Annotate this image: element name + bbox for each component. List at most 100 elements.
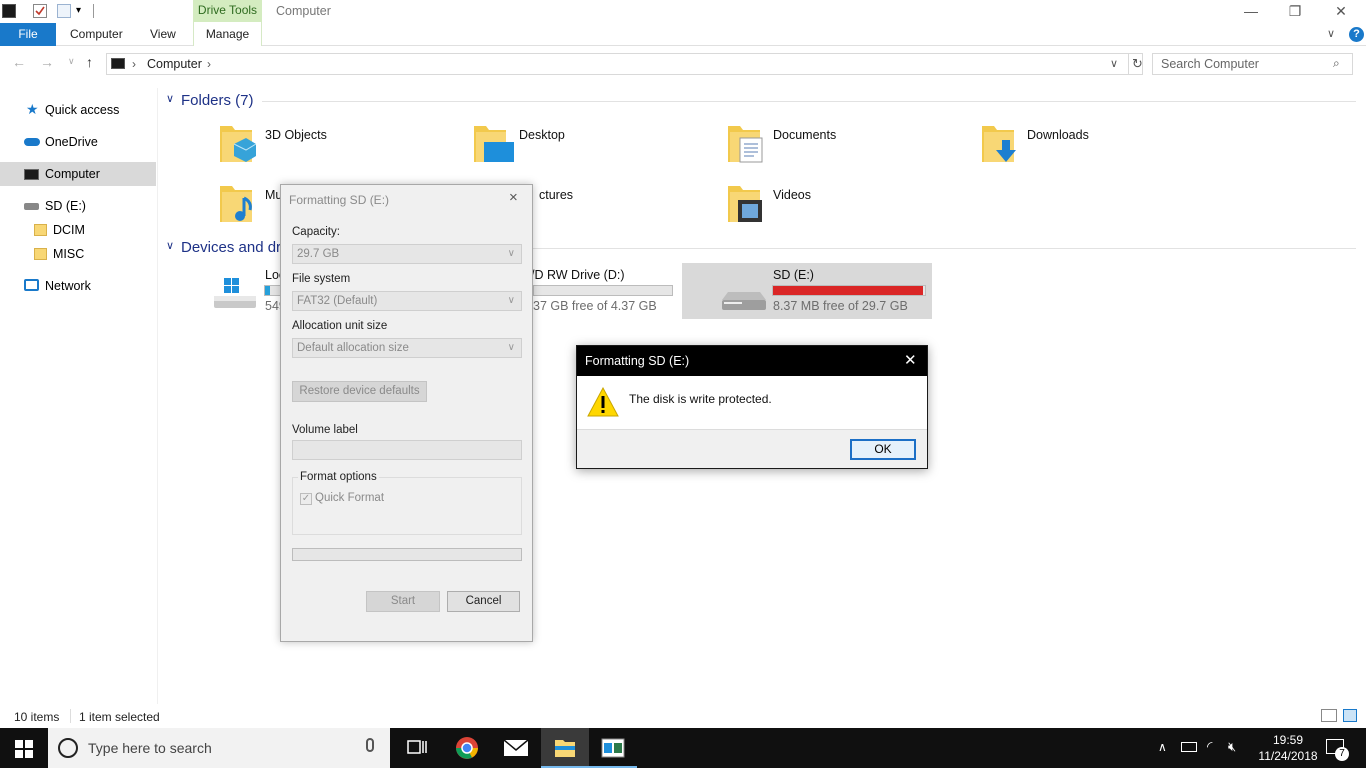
clock-time[interactable]: 19:59 bbox=[1266, 733, 1310, 747]
help-icon[interactable]: ? bbox=[1349, 27, 1364, 42]
folder-label[interactable]: Desktop bbox=[519, 128, 565, 142]
cortana-icon bbox=[58, 738, 78, 758]
computer-icon bbox=[2, 4, 16, 18]
breadcrumb-separator[interactable]: › bbox=[207, 57, 211, 71]
quick-format-checkbox[interactable]: ✓ bbox=[300, 493, 312, 505]
quick-format-label: Quick Format bbox=[315, 492, 385, 504]
filesystem-select[interactable]: FAT32 (Default) ∨ bbox=[292, 291, 522, 311]
up-arrow-icon[interactable]: ↑ bbox=[86, 54, 93, 70]
minimize-button[interactable]: — bbox=[1228, 0, 1274, 23]
disk-management-icon[interactable] bbox=[589, 728, 637, 768]
ok-button[interactable]: OK bbox=[850, 439, 916, 460]
search-icon[interactable]: ⌕ bbox=[1333, 56, 1340, 71]
folder-label[interactable]: 3D Objects bbox=[265, 128, 327, 142]
mail-icon[interactable] bbox=[492, 728, 540, 768]
windows-start-icon[interactable] bbox=[15, 740, 33, 758]
message-box-title: Formatting SD (E:) bbox=[577, 346, 927, 376]
message-box-close-icon[interactable]: ✕ bbox=[904, 351, 917, 369]
sidebar-item-dcim[interactable]: DCIM bbox=[0, 218, 156, 242]
tab-view[interactable]: View bbox=[150, 23, 176, 46]
address-bar[interactable]: › Computer › ∨ ↻ bbox=[106, 53, 1143, 75]
maximize-button[interactable]: ❐ bbox=[1272, 0, 1318, 23]
clock-date[interactable]: 11/24/2018 bbox=[1250, 749, 1326, 763]
new-folder-icon[interactable] bbox=[57, 4, 71, 18]
sd-drive-icon[interactable] bbox=[720, 288, 766, 312]
window-title: Computer bbox=[276, 4, 331, 18]
ribbon-collapse-icon[interactable]: ∨ bbox=[1327, 27, 1335, 40]
file-explorer-icon[interactable] bbox=[541, 728, 589, 768]
downloads-folder-icon[interactable] bbox=[980, 122, 1020, 164]
forward-arrow-icon[interactable]: → bbox=[40, 54, 54, 70]
documents-folder-icon[interactable] bbox=[726, 122, 766, 164]
properties-icon[interactable] bbox=[33, 4, 47, 18]
message-box-footer: OK bbox=[577, 429, 927, 468]
item-count: 10 items bbox=[14, 710, 60, 724]
details-view-icon[interactable] bbox=[1321, 709, 1337, 722]
refresh-icon[interactable]: ↻ bbox=[1132, 56, 1143, 72]
recent-locations-icon[interactable]: ∨ bbox=[68, 56, 75, 67]
folder-label[interactable]: Downloads bbox=[1027, 128, 1089, 142]
format-options-group bbox=[292, 477, 522, 535]
selection-count: 1 item selected bbox=[79, 710, 160, 724]
sidebar-item-computer[interactable]: Computer bbox=[0, 162, 156, 186]
collapse-devices-icon[interactable]: ∨ bbox=[166, 239, 174, 252]
star-icon: ★ bbox=[26, 101, 39, 117]
ribbon-tabs: File Computer View Manage ∨ ? bbox=[0, 22, 1366, 46]
close-button[interactable]: ✕ bbox=[1318, 0, 1364, 23]
folder-label[interactable]: Videos bbox=[773, 188, 811, 202]
taskbar-search-box[interactable]: Type here to search bbox=[48, 728, 390, 768]
cancel-button[interactable]: Cancel bbox=[447, 591, 520, 612]
tab-computer[interactable]: Computer bbox=[70, 23, 123, 46]
folder-icon bbox=[34, 248, 47, 260]
chrome-icon[interactable] bbox=[443, 728, 491, 768]
volume-label-input[interactable] bbox=[292, 440, 522, 460]
computer-icon bbox=[24, 169, 39, 180]
desktop-folder-icon[interactable] bbox=[472, 122, 514, 164]
breadcrumb-separator[interactable]: › bbox=[132, 57, 136, 71]
large-icons-view-icon[interactable] bbox=[1343, 709, 1357, 722]
folder-label[interactable]: ctures bbox=[539, 188, 573, 202]
drive-free-text: 37 GB free of 4.37 GB bbox=[533, 299, 657, 313]
volume-muted-icon[interactable]: 🔇︎ bbox=[1228, 739, 1236, 755]
sidebar-item-misc[interactable]: MISC bbox=[0, 242, 156, 266]
cloud-icon bbox=[24, 138, 40, 146]
show-hidden-icons-icon[interactable]: ∧ bbox=[1158, 740, 1167, 754]
videos-folder-icon[interactable] bbox=[726, 182, 766, 224]
folders-group-header[interactable]: Folders (7) bbox=[181, 92, 254, 109]
dialog-close-icon[interactable]: × bbox=[509, 189, 518, 206]
drive-label[interactable]: /D RW Drive (D:) bbox=[531, 268, 625, 282]
allocation-select[interactable]: Default allocation size ∨ bbox=[292, 338, 522, 358]
music-folder-icon[interactable] bbox=[218, 182, 258, 224]
start-button[interactable]: Start bbox=[366, 591, 440, 612]
task-view-icon[interactable] bbox=[392, 728, 440, 768]
collapse-folders-icon[interactable]: ∨ bbox=[166, 92, 174, 105]
wifi-icon[interactable]: ◜ bbox=[1207, 738, 1212, 755]
3d-objects-folder-icon[interactable] bbox=[218, 122, 258, 164]
breadcrumb-computer[interactable]: Computer bbox=[147, 57, 202, 71]
battery-icon[interactable] bbox=[1181, 742, 1197, 752]
sidebar-item-onedrive[interactable]: OneDrive bbox=[0, 130, 156, 154]
allocation-value: Default allocation size bbox=[297, 342, 409, 354]
windows-drive-icon[interactable] bbox=[212, 278, 258, 310]
sidebar-item-sd-drive[interactable]: SD (E:) bbox=[0, 194, 156, 218]
sidebar-item-quick-access[interactable]: ★ Quick access bbox=[0, 98, 156, 122]
devices-group-header[interactable]: Devices and dri bbox=[181, 239, 284, 256]
tab-file[interactable]: File bbox=[0, 23, 56, 46]
address-dropdown-icon[interactable]: ∨ bbox=[1110, 57, 1118, 70]
capacity-label: Capacity: bbox=[292, 226, 340, 238]
sidebar-item-network[interactable]: Network bbox=[0, 274, 156, 298]
folder-label[interactable]: Documents bbox=[773, 128, 836, 142]
search-input[interactable]: Search Computer bbox=[1152, 53, 1353, 75]
drive-free-text: 8.37 MB free of 29.7 GB bbox=[773, 299, 908, 313]
warning-icon bbox=[587, 386, 619, 417]
capacity-select[interactable]: 29.7 GB ∨ bbox=[292, 244, 522, 264]
restore-defaults-button[interactable]: Restore device defaults bbox=[292, 381, 427, 402]
address-row: ← → ∨ ↑ › Computer › ∨ ↻ Search Computer… bbox=[0, 50, 1366, 78]
customize-toolbar-icon[interactable]: ▾ bbox=[76, 5, 81, 16]
capacity-value: 29.7 GB bbox=[297, 248, 340, 260]
drive-label[interactable]: SD (E:) bbox=[773, 268, 814, 282]
microphone-icon[interactable] bbox=[366, 738, 374, 752]
taskbar: Type here to search ∧ ◜ 🔇︎ 19:59 11/24/2… bbox=[0, 728, 1366, 768]
back-arrow-icon[interactable]: ← bbox=[12, 54, 26, 70]
tab-manage[interactable]: Manage bbox=[193, 22, 262, 46]
